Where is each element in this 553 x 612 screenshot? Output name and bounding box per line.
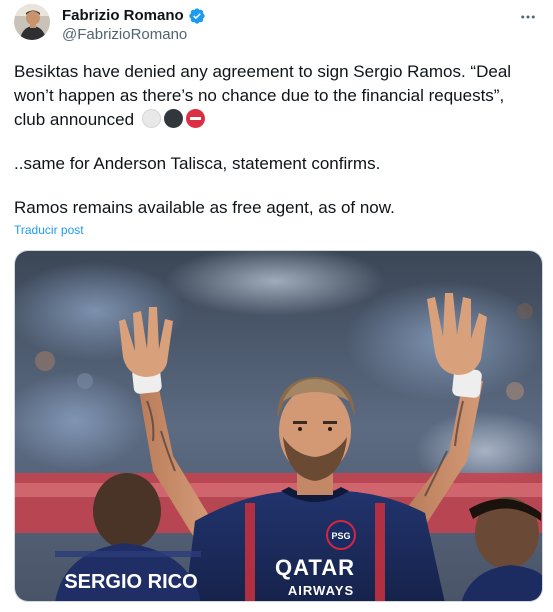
translate-post-link[interactable]: Traducir post [14, 222, 84, 238]
tweet-paragraph-3: Ramos remains available as free agent, a… [14, 198, 395, 217]
sponsor-line-2: AIRWAYS [288, 583, 354, 598]
more-options-button[interactable] [517, 6, 539, 28]
author-handle[interactable]: @FabrizioRomano [62, 26, 187, 44]
back-name-text: SERGIO RICO [64, 571, 197, 593]
photo-image: PSG QATAR AIRWAYS SERGIO RICO [15, 251, 542, 601]
black-circle-icon [163, 109, 183, 128]
verified-badge-icon [188, 8, 205, 24]
sponsor-line-1: QATAR [275, 555, 355, 580]
tweet-paragraph-2: ..same for Anderson Talisca, statement c… [14, 154, 381, 173]
white-circle-icon [141, 109, 161, 128]
no-entry-icon [185, 109, 205, 128]
tweet-paragraph-1: Besiktas have denied any agreement to si… [14, 60, 539, 132]
author-name[interactable]: Fabrizio Romano [62, 6, 184, 26]
tweet-paragraph-1-text: Besiktas have denied any agreement to si… [14, 62, 512, 129]
author-name-row[interactable]: Fabrizio Romano [62, 6, 206, 26]
tweet-card: Fabrizio Romano @FabrizioRomano Besiktas… [0, 0, 553, 612]
tweet-media-photo[interactable]: PSG QATAR AIRWAYS SERGIO RICO [14, 250, 543, 602]
psg-crest: PSG [331, 531, 350, 541]
avatar[interactable] [14, 4, 50, 40]
tweet-text: Besiktas have denied any agreement to si… [14, 60, 539, 220]
avatar-image [14, 4, 50, 40]
more-horizontal-icon [521, 15, 535, 19]
